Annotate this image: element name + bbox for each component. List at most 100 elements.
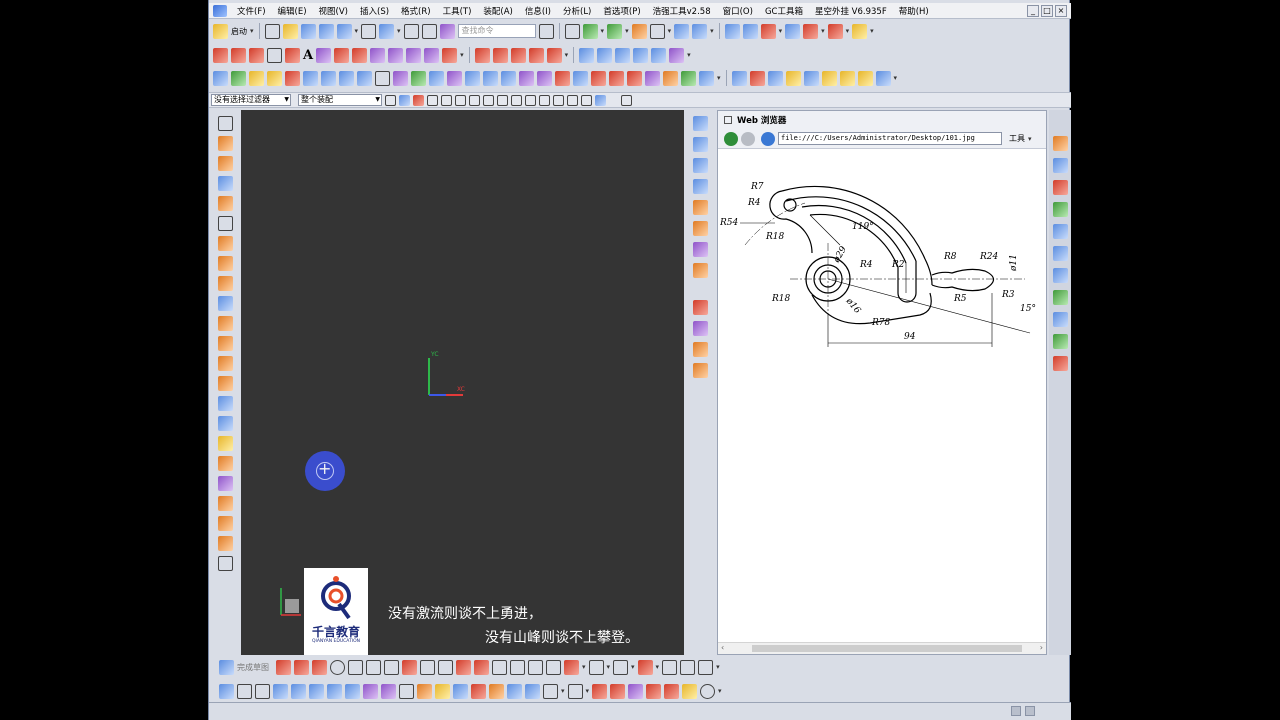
reuse-library-icon[interactable] xyxy=(1052,202,1068,217)
menu-edit[interactable]: 编辑(E) xyxy=(272,5,313,17)
bounded-plane-icon[interactable] xyxy=(651,47,667,63)
sketch-trim-icon[interactable] xyxy=(456,659,471,675)
arrow-left-icon[interactable] xyxy=(273,683,288,699)
menu-window[interactable]: 窗口(O) xyxy=(717,5,759,17)
tools-menu-button[interactable]: 工具 xyxy=(1009,133,1025,144)
start-icon[interactable] xyxy=(213,23,228,39)
gear-icon[interactable] xyxy=(1053,114,1068,129)
offset-face-icon[interactable] xyxy=(555,70,570,86)
rectangle-select-icon[interactable] xyxy=(455,94,466,106)
sketch-corner-icon[interactable] xyxy=(492,659,507,675)
part-navigator-icon[interactable] xyxy=(1052,136,1068,151)
highlight-icon[interactable] xyxy=(682,683,698,699)
circle-bottom-icon[interactable] xyxy=(700,683,716,699)
curve-length-icon[interactable] xyxy=(528,47,544,63)
scroll-right-icon[interactable]: › xyxy=(1040,643,1043,652)
arc-icon[interactable] xyxy=(249,47,264,63)
menu-gc-toolkit[interactable]: GC工具箱 xyxy=(759,5,809,17)
hand-mid-icon[interactable] xyxy=(692,263,708,278)
rectangle-bottom-icon[interactable] xyxy=(543,683,558,699)
history-icon[interactable] xyxy=(1052,268,1068,283)
calculator-icon[interactable] xyxy=(839,70,855,86)
split-body-icon[interactable] xyxy=(537,70,552,86)
palette-mid-icon[interactable] xyxy=(692,300,708,315)
horizontal-scrollbar[interactable]: ‹ › xyxy=(718,642,1046,654)
start-button-label[interactable]: 启动 xyxy=(231,26,247,37)
grid-icon[interactable] xyxy=(610,683,626,699)
chamfer-left-icon[interactable] xyxy=(217,396,233,411)
offset-left-icon[interactable] xyxy=(217,456,233,471)
shell-left-icon[interactable] xyxy=(217,356,233,371)
plane-mid-icon[interactable] xyxy=(692,137,708,152)
swept-icon[interactable] xyxy=(633,47,649,63)
unsuppress-icon[interactable] xyxy=(381,683,396,699)
body-mid-icon[interactable] xyxy=(692,179,708,194)
face-mid-icon[interactable] xyxy=(692,158,708,173)
trim-body-icon[interactable] xyxy=(519,70,534,86)
block-icon[interactable] xyxy=(217,176,233,191)
thicken-icon[interactable] xyxy=(501,70,516,86)
intersect-curve-icon[interactable] xyxy=(424,47,440,63)
point-icon[interactable] xyxy=(627,70,642,86)
intersect-icon[interactable] xyxy=(429,70,444,86)
view-frame-icon[interactable] xyxy=(649,23,665,39)
sketch-animate-icon[interactable] xyxy=(698,659,714,675)
curve-mid-icon[interactable] xyxy=(692,200,708,215)
replace-icon[interactable] xyxy=(345,683,360,699)
name-tool-icon[interactable] xyxy=(699,70,714,86)
snap-point-on-curve-icon[interactable] xyxy=(567,94,578,106)
feature-select-icon[interactable] xyxy=(413,94,424,106)
snap-quadrant-icon[interactable] xyxy=(553,94,564,106)
sketch-pattern-icon[interactable] xyxy=(546,659,561,675)
delete-feature-icon[interactable] xyxy=(237,683,252,699)
finish-sketch-button[interactable]: 完成草图 xyxy=(237,662,269,673)
sketch-show-constraints-icon[interactable] xyxy=(637,659,653,675)
type-filter-select[interactable]: 没有选择过滤器 xyxy=(211,94,291,106)
display-mode-icon[interactable] xyxy=(379,23,395,39)
assembly-scope-select[interactable]: 整个装配 xyxy=(298,94,382,106)
datum-csys-icon[interactable] xyxy=(609,70,624,86)
edit-object-icon[interactable] xyxy=(785,23,801,39)
rectangle-icon[interactable] xyxy=(267,47,282,63)
menu-tools[interactable]: 工具(T) xyxy=(437,5,478,17)
subtract-icon[interactable] xyxy=(411,70,426,86)
rotate-view-icon[interactable] xyxy=(674,23,690,39)
curve-split-icon[interactable] xyxy=(510,47,526,63)
layer-icon[interactable] xyxy=(724,23,740,39)
revolve-left-icon[interactable] xyxy=(217,156,233,171)
menu-view[interactable]: 视图(V) xyxy=(313,5,354,17)
chamfer-icon[interactable] xyxy=(465,70,480,86)
ddcm-icon[interactable] xyxy=(749,70,765,86)
draft-left-icon[interactable] xyxy=(217,436,233,451)
red-cube-icon[interactable] xyxy=(471,683,486,699)
sketch-spline-icon[interactable] xyxy=(402,659,417,675)
menu-haoqiang-tools[interactable]: 浩强工具v2.58 xyxy=(647,5,717,17)
menu-xingkong-plugin[interactable]: 星空外挂 V6.935F xyxy=(809,5,893,17)
moon-icon[interactable] xyxy=(857,70,873,86)
arrow-right-icon[interactable] xyxy=(291,683,306,699)
pattern-icon[interactable] xyxy=(375,70,390,86)
constraint-navigator-icon[interactable] xyxy=(1052,180,1068,195)
snap-midpoint-icon[interactable] xyxy=(497,94,508,106)
datum-plane-icon[interactable] xyxy=(573,70,588,86)
minimize-icon[interactable]: _ xyxy=(1027,4,1039,17)
hole-table-icon[interactable] xyxy=(731,70,747,86)
wcs-icon[interactable] xyxy=(760,23,776,39)
feature-color-icon[interactable] xyxy=(417,683,432,699)
command-search-input[interactable]: 查找命令 xyxy=(457,24,536,38)
reorder-icon[interactable] xyxy=(327,683,342,699)
command-finder-icon[interactable] xyxy=(439,23,455,39)
surface-icon[interactable] xyxy=(579,47,595,63)
sketch-icon[interactable] xyxy=(217,116,233,131)
offset-region-icon[interactable] xyxy=(664,683,680,699)
edge-blend-icon[interactable] xyxy=(447,70,462,86)
general-select-icon[interactable] xyxy=(427,94,438,106)
weld-icon[interactable] xyxy=(785,70,801,86)
scrollbar-thumb[interactable] xyxy=(752,645,1022,652)
revolve-icon[interactable] xyxy=(231,70,246,86)
mirror-left-icon[interactable] xyxy=(217,496,233,511)
restore-icon[interactable]: □ xyxy=(1041,4,1053,17)
edit-mid-icon[interactable] xyxy=(692,321,708,336)
shade-icon[interactable] xyxy=(582,23,598,39)
mesh-mid-icon[interactable] xyxy=(692,242,708,257)
